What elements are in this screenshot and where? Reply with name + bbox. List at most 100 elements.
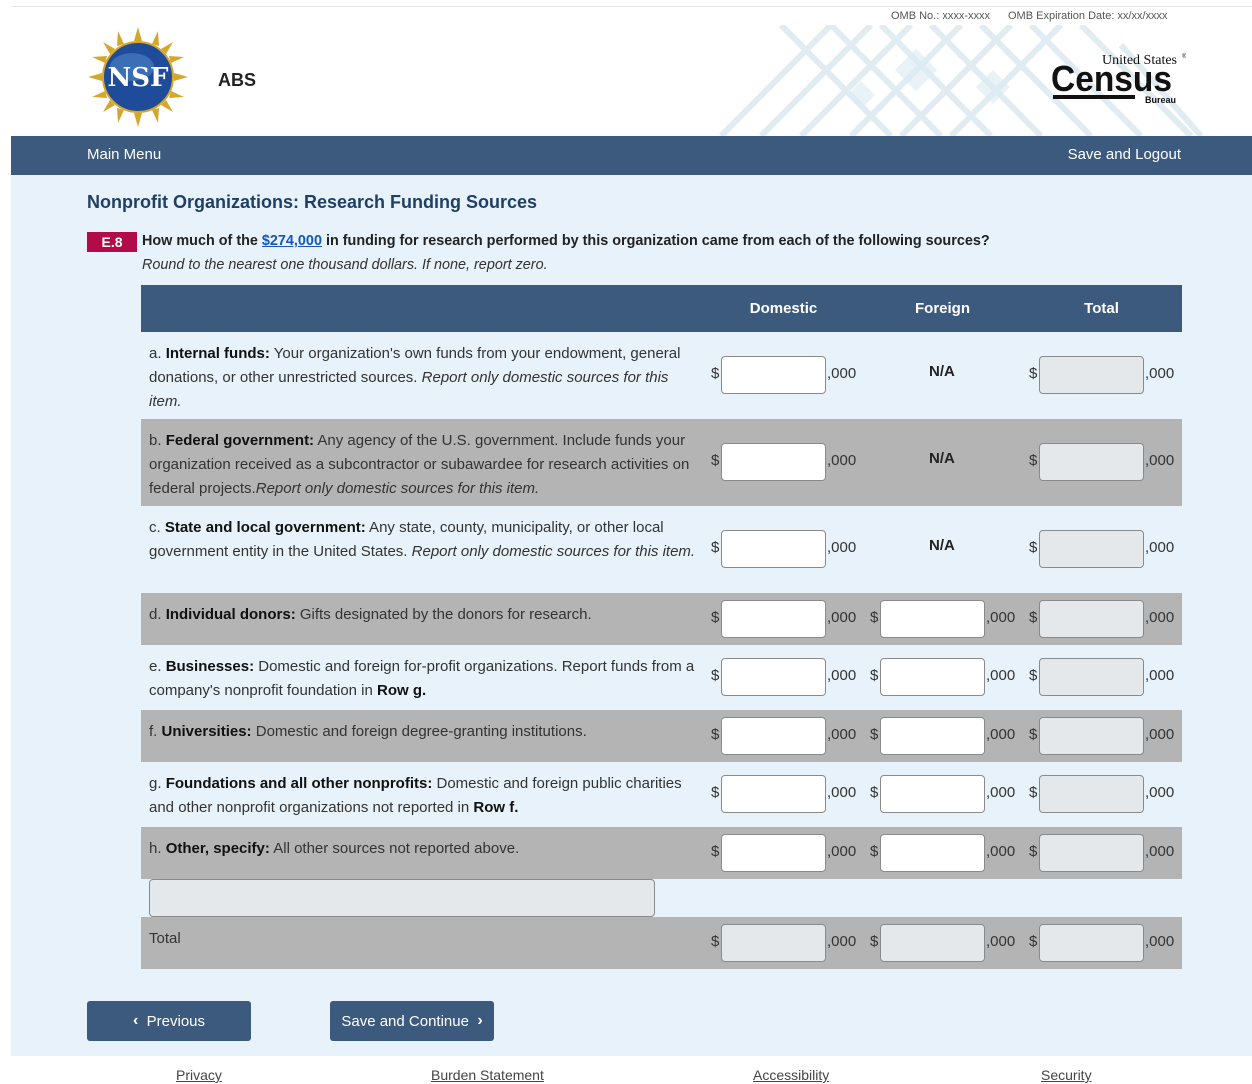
foreign-amount-input[interactable] bbox=[880, 658, 985, 696]
total-amount-input bbox=[1039, 443, 1144, 481]
nsf-logo: NSF bbox=[88, 27, 188, 127]
funding-amount-link[interactable]: $274,000 bbox=[262, 233, 322, 249]
row-label: b. Federal government: Any agency of the… bbox=[149, 432, 690, 497]
privacy-link[interactable]: Privacy bbox=[176, 1067, 222, 1083]
foreign-na-label: N/A bbox=[929, 537, 955, 554]
domestic-amount-input[interactable] bbox=[721, 530, 826, 568]
thousands-suffix: ,000 bbox=[827, 452, 857, 469]
omb-number: OMB No.: xxxx-xxxx bbox=[891, 10, 991, 22]
foreign-amount-input[interactable] bbox=[880, 775, 985, 813]
funding-sources-table: Domestic Foreign Total a. Internal funds… bbox=[141, 285, 1182, 969]
thousands-suffix: ,000 bbox=[827, 365, 857, 382]
row-label: f. Universities: Domestic and foreign de… bbox=[149, 723, 587, 740]
page-title: Nonprofit Organizations: Research Fundin… bbox=[87, 192, 538, 212]
dollar-sign: $ bbox=[1029, 667, 1038, 684]
chevron-left-icon: ‹ bbox=[132, 1012, 139, 1029]
foreign-amount-input[interactable] bbox=[880, 834, 985, 872]
thousands-suffix: ,000 bbox=[1145, 452, 1175, 469]
svg-text:Census: Census bbox=[1051, 58, 1172, 99]
dollar-sign: $ bbox=[1029, 539, 1038, 556]
thousands-suffix: ,000 bbox=[1145, 726, 1175, 743]
foreign-amount-input[interactable] bbox=[880, 600, 985, 638]
thousands-suffix: ,000 bbox=[986, 667, 1016, 684]
accessibility-link[interactable]: Accessibility bbox=[753, 1067, 829, 1083]
thousands-suffix: ,000 bbox=[1145, 843, 1175, 860]
header-total: Total bbox=[1084, 300, 1119, 317]
domestic-amount-input[interactable] bbox=[721, 443, 826, 481]
thousands-suffix: ,000 bbox=[827, 726, 857, 743]
svg-text:®: ® bbox=[1182, 53, 1186, 60]
header-domestic: Domestic bbox=[749, 300, 818, 317]
total-amount-input bbox=[1039, 658, 1144, 696]
main-content: Nonprofit Organizations: Research Fundin… bbox=[11, 175, 1252, 1056]
table-row: c. State and local government: Any state… bbox=[141, 506, 1182, 593]
other-specify-input[interactable] bbox=[149, 879, 655, 917]
header-foreign: Foreign bbox=[915, 300, 970, 317]
thousands-suffix: ,000 bbox=[827, 843, 857, 860]
other-specify-row bbox=[141, 879, 1182, 917]
total-amount-input bbox=[1039, 600, 1144, 638]
domestic-amount-input[interactable] bbox=[721, 775, 826, 813]
dollar-sign: $ bbox=[870, 667, 879, 684]
census-bureau-logo: United States ® Census Bureau bbox=[1051, 53, 1186, 105]
table-row: g. Foundations and all other nonprofits:… bbox=[141, 762, 1182, 827]
dollar-sign: $ bbox=[711, 843, 720, 860]
dollar-sign: $ bbox=[711, 726, 720, 743]
chevron-right-icon: › bbox=[477, 1012, 483, 1029]
main-menu-link[interactable]: Main Menu bbox=[87, 146, 161, 163]
thousands-suffix: ,000 bbox=[986, 843, 1016, 860]
total-amount-input bbox=[1039, 356, 1144, 394]
domestic-amount-input[interactable] bbox=[721, 834, 826, 872]
thousands-suffix: ,000 bbox=[1145, 784, 1175, 801]
thousands-suffix: ,000 bbox=[986, 784, 1016, 801]
dollar-sign: $ bbox=[711, 933, 720, 950]
row-label: h. Other, specify: All other sources not… bbox=[149, 840, 520, 857]
app-name: ABS bbox=[218, 70, 257, 90]
dollar-sign: $ bbox=[1029, 933, 1038, 950]
thousands-suffix: ,000 bbox=[827, 667, 857, 684]
total-amount-input bbox=[1039, 530, 1144, 568]
dollar-sign: $ bbox=[711, 784, 720, 801]
thousands-suffix: ,000 bbox=[827, 933, 857, 950]
dollar-sign: $ bbox=[870, 609, 879, 626]
table-row: f. Universities: Domestic and foreign de… bbox=[141, 710, 1182, 762]
dollar-sign: $ bbox=[1029, 726, 1038, 743]
total-amount-input bbox=[1039, 717, 1144, 755]
svg-text:Bureau: Bureau bbox=[1145, 95, 1176, 105]
dollar-sign: $ bbox=[711, 667, 720, 684]
table-row: b. Federal government: Any agency of the… bbox=[141, 419, 1182, 506]
dollar-sign: $ bbox=[870, 726, 879, 743]
total-amount-input bbox=[1039, 834, 1144, 872]
dollar-sign: $ bbox=[1029, 609, 1038, 626]
question-number-badge: E.8 bbox=[87, 232, 137, 252]
total-row: Total $ ,000 $ ,000 $ ,000 bbox=[141, 917, 1182, 969]
table-row: a. Internal funds: Your organization's o… bbox=[141, 332, 1182, 419]
domestic-amount-input[interactable] bbox=[721, 717, 826, 755]
thousands-suffix: ,000 bbox=[986, 726, 1016, 743]
dollar-sign: $ bbox=[711, 539, 720, 556]
foreign-na-label: N/A bbox=[929, 450, 955, 467]
thousands-suffix: ,000 bbox=[827, 784, 857, 801]
grand-total-input bbox=[1039, 924, 1144, 962]
dollar-sign: $ bbox=[711, 609, 720, 626]
domestic-amount-input[interactable] bbox=[721, 658, 826, 696]
domestic-amount-input[interactable] bbox=[721, 356, 826, 394]
foreign-na-label: N/A bbox=[929, 363, 955, 380]
table-row: d. Individual donors: Gifts designated b… bbox=[141, 593, 1182, 645]
nav-bar: Main Menu Save and Logout bbox=[11, 136, 1252, 175]
dollar-sign: $ bbox=[1029, 452, 1038, 469]
domestic-amount-input[interactable] bbox=[721, 600, 826, 638]
row-label: g. Foundations and all other nonprofits:… bbox=[149, 775, 682, 816]
table-header: Domestic Foreign Total bbox=[141, 285, 1182, 332]
save-and-logout-link[interactable]: Save and Logout bbox=[1068, 146, 1181, 163]
save-and-continue-button[interactable]: Save and Continue › bbox=[330, 1001, 494, 1041]
burden-statement-link[interactable]: Burden Statement bbox=[431, 1067, 544, 1083]
question-text: How much of the $274,000 in funding for … bbox=[142, 233, 990, 249]
previous-button[interactable]: ‹ Previous bbox=[87, 1001, 251, 1041]
dollar-sign: $ bbox=[711, 365, 720, 382]
thousands-suffix: ,000 bbox=[986, 609, 1016, 626]
omb-bar: OMB No.: xxxx-xxxx OMB Expiration Date: … bbox=[11, 6, 1252, 25]
security-link[interactable]: Security bbox=[1041, 1067, 1092, 1083]
dollar-sign: $ bbox=[870, 784, 879, 801]
foreign-amount-input[interactable] bbox=[880, 717, 985, 755]
